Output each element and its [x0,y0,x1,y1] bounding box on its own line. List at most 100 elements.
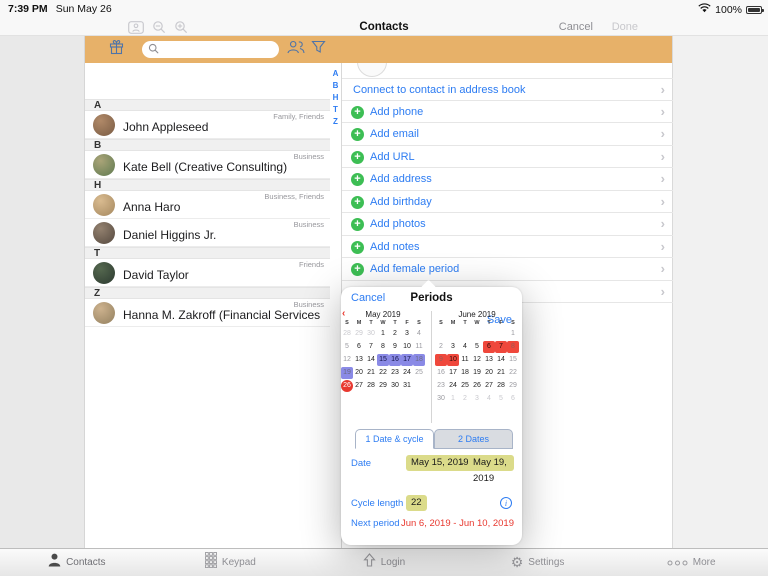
calendar-day[interactable]: 2 [389,328,401,340]
calendar-day[interactable]: 28 [365,380,377,392]
calendar-day[interactable]: 30 [435,393,447,405]
calendar-day[interactable]: 21 [495,367,507,379]
calendar-day[interactable]: 7 [495,341,507,353]
calendar-day[interactable]: 21 [365,367,377,379]
calendar-day[interactable]: 14 [495,354,507,366]
calendar-day[interactable]: 19 [471,367,483,379]
calendar-day[interactable]: 12 [341,354,353,366]
popover-cancel-button[interactable]: Cancel [351,287,385,309]
tab-keypad[interactable]: Keypad [154,549,308,576]
calendar-day[interactable]: 30 [365,328,377,340]
calendar-day[interactable]: 9 [389,341,401,353]
calendar-day[interactable]: 25 [459,380,471,392]
detail-row[interactable]: + Add email › [342,123,673,146]
calendar-day[interactable]: 13 [483,354,495,366]
cancel-button[interactable]: Cancel [559,21,593,33]
calendar-day[interactable]: 27 [353,380,365,392]
tab-2-dates[interactable]: 2 Dates [434,429,513,449]
calendar-day[interactable]: 5 [471,341,483,353]
calendar-day[interactable]: 29 [377,380,389,392]
calendar-day[interactable]: 24 [401,367,413,379]
calendar-day[interactable]: 25 [413,367,425,379]
calendar-day[interactable]: 6 [353,341,365,353]
index-letter-t[interactable]: T [330,106,341,114]
people-icon[interactable] [287,40,305,59]
detail-row[interactable]: + Add female period › [342,258,673,281]
tab-1-date-cycle[interactable]: 1 Date & cycle [355,429,434,449]
detail-row[interactable]: + Add photos › [342,213,673,236]
calendar-day[interactable]: 6 [507,393,519,405]
contact-row[interactable]: David Taylor Friends [85,259,330,287]
calendar-day[interactable]: 18 [413,354,425,366]
calendar-day[interactable]: 26 [341,380,353,392]
calendar-day[interactable]: 28 [341,328,353,340]
calendar-day[interactable]: 20 [483,367,495,379]
calendar-day[interactable]: 27 [483,380,495,392]
calendar-day[interactable]: 4 [459,341,471,353]
calendar-day[interactable]: 15 [377,354,389,366]
calendar-day[interactable]: 12 [471,354,483,366]
calendar-day[interactable]: 2 [459,393,471,405]
calendar-day[interactable]: 17 [447,367,459,379]
calendar-day[interactable]: 8 [507,341,519,353]
calendar-day[interactable]: 3 [471,393,483,405]
tab-settings[interactable]: ⚙ Settings [461,549,615,576]
calendar-day[interactable]: 11 [459,354,471,366]
calendar-day[interactable]: 22 [377,367,389,379]
calendar-day[interactable]: 14 [365,354,377,366]
calendar-day[interactable]: 10 [401,341,413,353]
index-letter-a[interactable]: A [330,70,341,78]
calendar-day[interactable]: 1 [507,328,519,340]
calendar-day[interactable]: 24 [447,380,459,392]
calendar-day[interactable]: 5 [341,341,353,353]
calendar-day[interactable]: 15 [507,354,519,366]
filter-icon[interactable] [311,40,326,59]
detail-row[interactable]: + Add birthday › [342,191,673,213]
calendar-day[interactable]: 2 [435,341,447,353]
calendar-day[interactable]: 29 [507,380,519,392]
tab-more[interactable]: More [614,549,768,576]
calendar-day[interactable]: 9 [435,354,447,366]
detail-row[interactable]: Connect to contact in address book › [342,78,673,101]
prev-month-icon[interactable]: ‹ [342,309,345,319]
calendar-day[interactable]: 4 [483,393,495,405]
calendar-day[interactable]: 23 [389,367,401,379]
info-icon[interactable]: i [500,497,512,509]
search-input[interactable] [163,44,273,55]
cycle-length-badge[interactable]: 22 [406,495,427,511]
detail-row[interactable]: + Add notes › [342,236,673,258]
calendar-day[interactable]: 13 [353,354,365,366]
calendar-day[interactable]: 31 [401,380,413,392]
calendar-day[interactable]: 26 [471,380,483,392]
calendar-day[interactable]: 17 [401,354,413,366]
contact-row[interactable]: Hanna M. Zakroff (Financial Services I… B… [85,299,330,327]
calendar-day[interactable]: 29 [353,328,365,340]
tab-contacts[interactable]: Contacts [0,549,154,576]
calendar-day[interactable]: 10 [447,354,459,366]
gift-icon[interactable] [109,39,124,60]
calendar-day[interactable]: 30 [389,380,401,392]
calendar-day[interactable]: 18 [459,367,471,379]
detail-row[interactable]: + Add URL › [342,146,673,168]
contact-row[interactable]: Daniel Higgins Jr. Business [85,219,330,247]
index-letter-z[interactable]: Z [330,118,341,126]
search-field[interactable] [142,41,279,58]
calendar-day[interactable]: 3 [401,328,413,340]
contact-row[interactable]: Kate Bell (Creative Consulting) Business [85,151,330,179]
calendar-day[interactable]: 20 [353,367,365,379]
index-letter-h[interactable]: H [330,94,341,102]
date-to-badge[interactable]: May 19, 2019 [468,455,514,484]
calendar-day[interactable]: 8 [377,341,389,353]
calendar-day[interactable]: 11 [413,341,425,353]
detail-row[interactable]: + Add phone › [342,101,673,123]
done-button[interactable]: Done [612,21,638,33]
calendar-day[interactable]: 16 [435,367,447,379]
contact-row[interactable]: John Appleseed Family, Friends [85,111,330,139]
calendar-day[interactable]: 7 [365,341,377,353]
calendar-day[interactable]: 28 [495,380,507,392]
calendar-day[interactable]: 23 [435,380,447,392]
calendar-day[interactable]: 22 [507,367,519,379]
calendar-day[interactable]: 4 [413,328,425,340]
calendar-day[interactable]: 6 [483,341,495,353]
detail-row[interactable]: + Add address › [342,168,673,191]
